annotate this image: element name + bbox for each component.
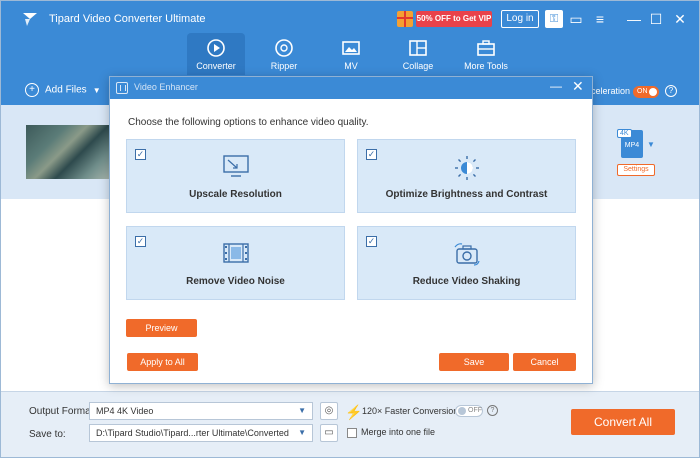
format-settings-icon[interactable]: ◎ bbox=[320, 402, 338, 420]
tab-more-tools[interactable]: More Tools bbox=[457, 33, 515, 75]
format-chevron-down-icon[interactable]: ▼ bbox=[647, 140, 655, 149]
mv-icon bbox=[342, 41, 360, 55]
shaking-checkbox[interactable]: ✓ bbox=[366, 236, 377, 247]
minimize-icon[interactable]: — bbox=[550, 79, 562, 93]
monitor-upscale-icon bbox=[222, 155, 249, 177]
cancel-button[interactable]: Cancel bbox=[513, 353, 576, 371]
film-strip-icon bbox=[222, 243, 249, 263]
menu-icon[interactable]: ≡ bbox=[591, 10, 609, 28]
convert-all-button[interactable]: Convert All bbox=[571, 409, 675, 435]
chevron-down-icon: ▼ bbox=[298, 406, 306, 415]
upscale-checkbox[interactable]: ✓ bbox=[135, 149, 146, 160]
maximize-icon[interactable]: ☐ bbox=[647, 10, 665, 28]
brightness-label: Optimize Brightness and Contrast bbox=[385, 189, 548, 200]
acceleration-toggle[interactable]: ON bbox=[633, 86, 659, 98]
preview-button[interactable]: Preview bbox=[126, 319, 197, 337]
chevron-down-icon: ▼ bbox=[298, 428, 306, 437]
shaking-label: Reduce Video Shaking bbox=[412, 276, 521, 287]
option-upscale-resolution[interactable]: ✓ Upscale Resolution bbox=[126, 139, 345, 213]
lightning-icon: ⚡ bbox=[345, 404, 363, 420]
dialog-title-bar: Video Enhancer — ✕ bbox=[110, 77, 592, 99]
tab-converter-label: Converter bbox=[196, 61, 236, 71]
brightness-icon bbox=[454, 156, 479, 180]
save-button[interactable]: Save bbox=[439, 353, 509, 371]
tab-ripper-label: Ripper bbox=[270, 61, 298, 71]
plus-icon: + bbox=[25, 83, 39, 97]
chat-icon[interactable]: ▭ bbox=[567, 10, 585, 28]
option-remove-noise[interactable]: ✓ Remove Video Noise bbox=[126, 226, 345, 300]
ripper-icon bbox=[275, 39, 293, 57]
folder-icon[interactable]: ▭ bbox=[320, 424, 338, 442]
collage-icon bbox=[409, 40, 427, 56]
faster-conversion-toggle[interactable]: OFF bbox=[455, 405, 483, 417]
tab-mv[interactable]: MV bbox=[322, 33, 380, 75]
option-reduce-shaking[interactable]: ✓ Reduce Video Shaking bbox=[357, 226, 576, 300]
app-title: Tipard Video Converter Ultimate bbox=[49, 13, 206, 25]
add-files-button[interactable]: + Add Files ▼ bbox=[25, 83, 101, 97]
login-button[interactable]: Log in bbox=[501, 10, 539, 28]
minimize-icon[interactable]: — bbox=[625, 10, 643, 28]
format-4k-tag: 4K bbox=[617, 129, 632, 138]
brightness-checkbox[interactable]: ✓ bbox=[366, 149, 377, 160]
apply-to-all-button[interactable]: Apply to All bbox=[127, 353, 198, 371]
output-format-select[interactable]: MP4 4K Video ▼ bbox=[89, 402, 313, 420]
key-icon[interactable]: ⚿ bbox=[545, 10, 563, 28]
merge-checkbox[interactable] bbox=[347, 428, 357, 438]
tab-collage-label: Collage bbox=[402, 61, 434, 71]
add-files-label: Add Files bbox=[45, 84, 87, 96]
help-icon[interactable]: ? bbox=[665, 85, 677, 97]
close-icon[interactable]: ✕ bbox=[572, 78, 584, 95]
output-format-label: Output Format: bbox=[29, 406, 97, 417]
video-thumbnail[interactable] bbox=[26, 125, 110, 179]
save-to-value: D:\Tipard Studio\Tipard...rter Ultimate\… bbox=[96, 428, 289, 438]
output-format-value: MP4 4K Video bbox=[96, 406, 154, 416]
acceleration-label: celeration bbox=[591, 86, 631, 96]
camera-stabilize-icon bbox=[454, 243, 480, 266]
title-bar: Tipard Video Converter Ultimate 50% OFF … bbox=[1, 1, 699, 79]
tab-converter[interactable]: Converter bbox=[187, 33, 245, 75]
dialog-title: Video Enhancer bbox=[134, 82, 198, 92]
app-logo-icon bbox=[23, 13, 37, 26]
settings-button[interactable]: Settings bbox=[617, 164, 655, 176]
chevron-down-icon[interactable]: ▼ bbox=[93, 86, 101, 95]
upscale-label: Upscale Resolution bbox=[189, 189, 282, 200]
tab-ripper[interactable]: Ripper bbox=[255, 33, 313, 75]
save-to-select[interactable]: D:\Tipard Studio\Tipard...rter Ultimate\… bbox=[89, 424, 313, 442]
promo-badge[interactable]: 50% OFF to Get VIP bbox=[416, 11, 492, 27]
gift-icon[interactable] bbox=[397, 11, 413, 27]
noise-label: Remove Video Noise bbox=[186, 276, 285, 287]
tab-collage[interactable]: Collage bbox=[389, 33, 447, 75]
enhancer-icon bbox=[116, 82, 128, 94]
save-to-label: Save to: bbox=[29, 429, 66, 440]
merge-label: Merge into one file bbox=[361, 427, 436, 437]
help-icon[interactable]: ? bbox=[487, 405, 498, 416]
close-icon[interactable]: ✕ bbox=[671, 10, 689, 28]
noise-checkbox[interactable]: ✓ bbox=[135, 236, 146, 247]
tab-mv-label: MV bbox=[344, 61, 358, 71]
video-enhancer-dialog: Video Enhancer — ✕ Choose the following … bbox=[109, 76, 593, 384]
tab-more-tools-label: More Tools bbox=[464, 61, 508, 71]
toolbox-icon bbox=[477, 40, 495, 56]
faster-conversion-label: 120× Faster Conversion bbox=[362, 406, 459, 416]
option-optimize-brightness[interactable]: ✓ Optimize Brightness and Contrast bbox=[357, 139, 576, 213]
converter-icon bbox=[207, 39, 225, 57]
app-window: Tipard Video Converter Ultimate 50% OFF … bbox=[0, 0, 700, 458]
dialog-description: Choose the following options to enhance … bbox=[128, 117, 369, 128]
